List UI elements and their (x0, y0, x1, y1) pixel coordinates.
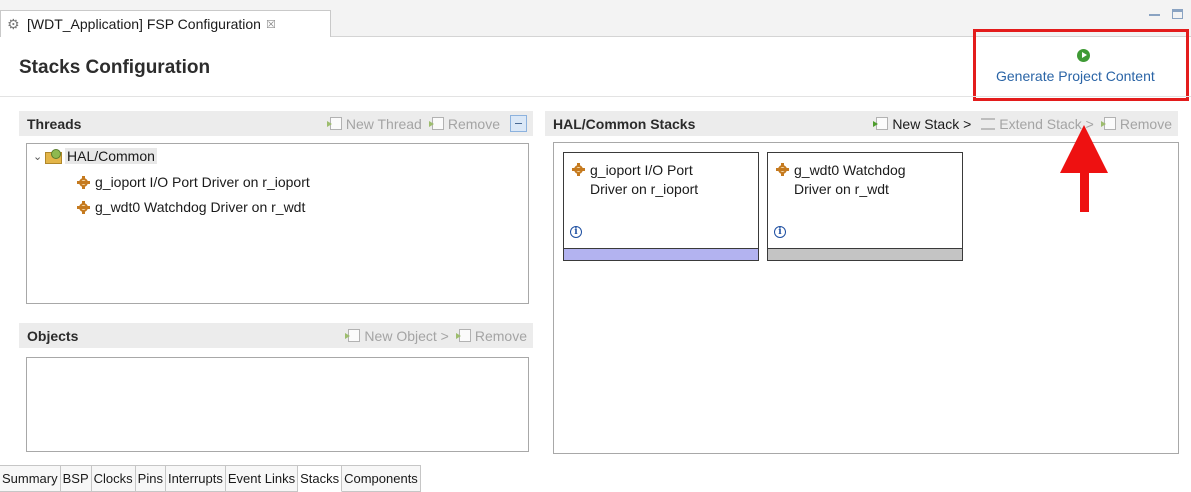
stacks-panel-title: HAL/Common Stacks (553, 115, 696, 132)
objects-list (26, 357, 529, 452)
remove-object-label: Remove (474, 327, 527, 344)
new-thread-label: New Thread (345, 115, 422, 132)
hal-folder-icon (45, 149, 62, 164)
close-icon[interactable]: ☒ (266, 18, 276, 31)
stack-card-wdt[interactable]: g_wdt0 Watchdog Driver on r_wdt i (767, 152, 963, 261)
remove-thread-label: Remove (447, 115, 500, 132)
module-icon (776, 163, 789, 176)
remove-thread-button[interactable]: Remove (428, 115, 500, 132)
minimize-icon[interactable] (1149, 9, 1160, 16)
stack-card-ioport[interactable]: g_ioport I/O Port Driver on r_ioport i (563, 152, 759, 261)
tab-stacks[interactable]: Stacks (298, 466, 343, 492)
tab-pins[interactable]: Pins (135, 466, 166, 492)
collapse-all-icon[interactable] (510, 115, 527, 132)
tree-item-label: g_ioport I/O Port Driver on r_ioport (95, 174, 310, 190)
tab-summary[interactable]: Summary (0, 466, 61, 492)
new-stack-button[interactable]: New Stack > (873, 115, 972, 132)
play-green-icon[interactable] (1077, 49, 1090, 62)
generate-project-content-link[interactable]: Generate Project Content (996, 68, 1155, 84)
new-stack-icon (873, 117, 889, 130)
new-object-icon (345, 329, 361, 342)
stack-card-line1: g_ioport I/O Port (590, 162, 693, 178)
module-icon (77, 175, 90, 189)
remove-stack-label: Remove (1119, 115, 1172, 132)
tab-interrupts[interactable]: Interrupts (165, 466, 226, 492)
info-icon[interactable]: i (774, 226, 786, 238)
tree-item[interactable]: g_ioport I/O Port Driver on r_ioport (77, 174, 310, 190)
divider (0, 96, 1191, 97)
editor-tab-title: [WDT_Application] FSP Configuration (27, 16, 261, 32)
highlight-box (973, 29, 1189, 101)
stack-card-line2: Driver on r_ioport (590, 181, 699, 197)
page-title: Stacks Configuration (19, 57, 211, 78)
stack-card-line2: Driver on r_wdt (794, 181, 889, 197)
editor-tab[interactable]: ⚙ [WDT_Application] FSP Configuration ☒ (0, 10, 331, 37)
extend-stack-icon (981, 117, 996, 130)
threads-panel-header: Threads New Thread Remove (19, 111, 533, 136)
new-object-label: New Object > (364, 327, 449, 344)
stack-card-bar (768, 248, 962, 260)
chevron-down-icon[interactable]: ⌄ (33, 150, 45, 163)
red-arrow-shaft (1080, 148, 1089, 212)
stack-card-title: g_wdt0 Watchdog Driver on r_wdt (776, 161, 906, 199)
stack-card-title: g_ioport I/O Port Driver on r_ioport (572, 161, 698, 199)
new-object-button[interactable]: New Object > (345, 327, 449, 344)
tab-bsp[interactable]: BSP (60, 466, 92, 492)
module-icon (77, 200, 90, 214)
objects-panel-header: Objects New Object > Remove (19, 323, 533, 348)
stack-card-bar (564, 248, 758, 260)
bottom-tab-bar: Summary BSP Clocks Pins Interrupts Event… (0, 465, 421, 492)
new-thread-button[interactable]: New Thread (326, 115, 422, 132)
threads-tree: ⌄ HAL/Common g_ioport I/O Port Driver on… (26, 143, 529, 304)
tree-item[interactable]: g_wdt0 Watchdog Driver on r_wdt (77, 199, 305, 215)
module-icon (572, 163, 585, 176)
stack-card-text: g_wdt0 Watchdog Driver on r_wdt (794, 161, 906, 199)
tree-root-label: HAL/Common (65, 148, 157, 164)
remove-icon (455, 329, 471, 342)
maximize-icon[interactable] (1172, 9, 1183, 19)
new-thread-icon (326, 117, 342, 130)
window-controls (1149, 9, 1183, 19)
stack-card-line1: g_wdt0 Watchdog (794, 162, 906, 178)
remove-icon (428, 117, 444, 130)
gear-icon: ⚙ (7, 16, 20, 32)
tree-item-label: g_wdt0 Watchdog Driver on r_wdt (95, 199, 306, 215)
objects-panel-title: Objects (27, 327, 79, 344)
tree-root[interactable]: ⌄ HAL/Common (33, 148, 157, 164)
tab-components[interactable]: Components (342, 466, 421, 492)
threads-panel-title: Threads (27, 115, 82, 132)
stack-card-text: g_ioport I/O Port Driver on r_ioport (590, 161, 698, 199)
remove-object-button[interactable]: Remove (455, 327, 527, 344)
new-stack-label: New Stack > (892, 115, 972, 132)
tab-clocks[interactable]: Clocks (91, 466, 136, 492)
info-icon[interactable]: i (570, 226, 582, 238)
remove-stack-button[interactable]: Remove (1100, 115, 1172, 132)
tab-event-links[interactable]: Event Links (225, 466, 299, 492)
